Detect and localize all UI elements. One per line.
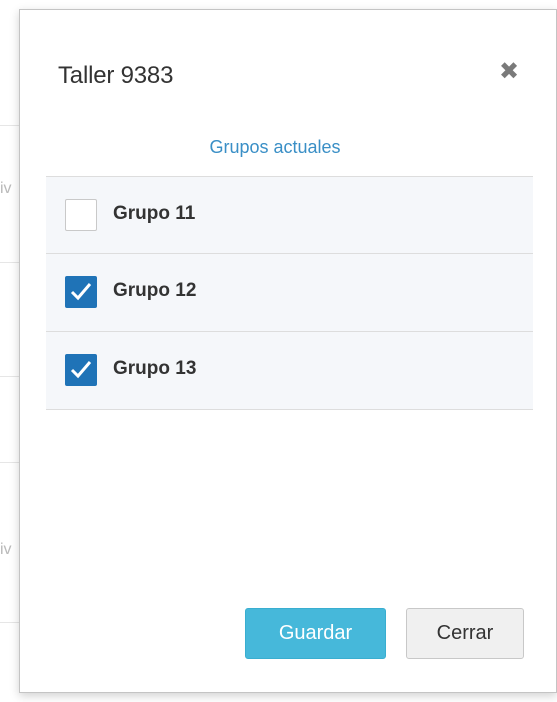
checkmark-icon xyxy=(70,361,92,379)
close-button[interactable]: Cerrar xyxy=(406,608,524,659)
group-label: Grupo 13 xyxy=(113,358,197,379)
background-divider xyxy=(0,262,20,263)
group-row: Grupo 12 xyxy=(46,254,533,332)
group-label: Grupo 11 xyxy=(113,203,196,224)
background-divider xyxy=(0,622,20,623)
checkmark-icon xyxy=(70,283,92,301)
save-button[interactable]: Guardar xyxy=(245,608,386,659)
group-checkbox[interactable] xyxy=(65,354,97,386)
group-row: Grupo 13 xyxy=(46,332,533,410)
groups-modal: Taller 9383 ✖ Grupos actuales Grupo 11 G… xyxy=(19,9,557,693)
background-text-fragment: iv xyxy=(0,180,12,197)
background-divider xyxy=(0,125,20,126)
group-row: Grupo 11 xyxy=(46,177,533,254)
background-text-fragment: iv xyxy=(0,541,12,558)
group-label: Grupo 12 xyxy=(113,280,197,301)
modal-title: Taller 9383 xyxy=(58,62,174,89)
group-checkbox[interactable] xyxy=(65,199,97,231)
close-icon[interactable]: ✖ xyxy=(498,58,520,86)
group-checkbox[interactable] xyxy=(65,276,97,308)
group-list: Grupo 11 Grupo 12 Grupo 13 xyxy=(46,176,533,410)
background-divider xyxy=(0,376,20,377)
background-divider xyxy=(0,462,20,463)
section-heading: Grupos actuales xyxy=(209,137,341,157)
